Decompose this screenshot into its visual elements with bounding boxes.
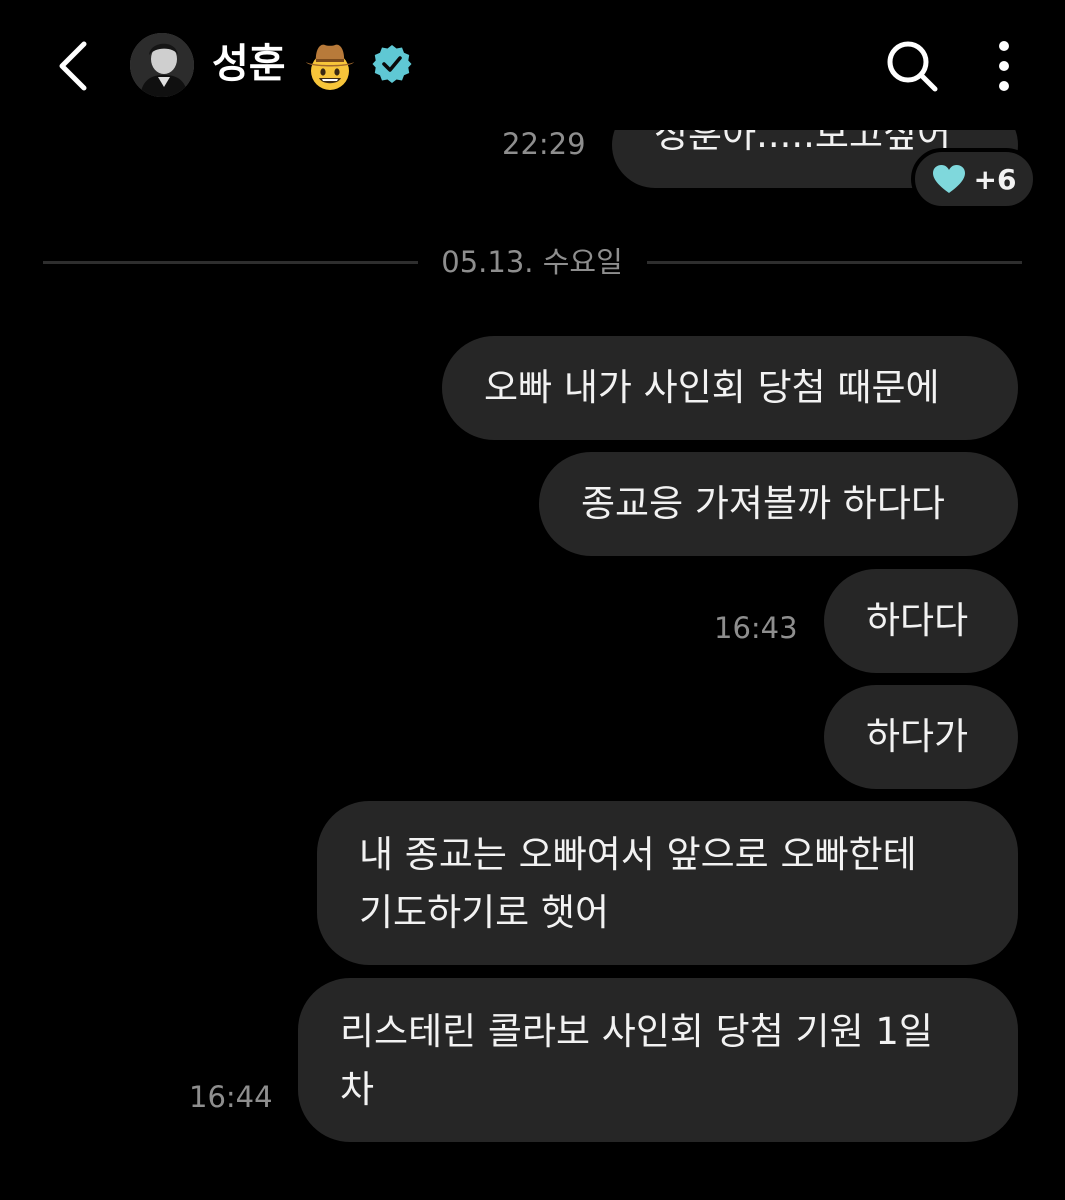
message-bubble[interactable]: 리스테린 콜라보 사인회 당첨 기원 1일 차 [298, 978, 1018, 1142]
chat-header: 성훈 [0, 0, 1065, 130]
more-vertical-icon [999, 41, 1009, 91]
cowboy-hat-face-icon [302, 38, 358, 94]
message-bubble[interactable]: 하다다 [824, 569, 1018, 673]
contact-name[interactable]: 성훈 [212, 38, 286, 90]
search-icon [887, 41, 938, 92]
chevron-left-icon [59, 41, 87, 91]
date-divider: 05.13. 수요일 [441, 245, 623, 279]
message-time: 16:43 [714, 611, 798, 645]
message-text-line: 내 종교는 오빠여서 앞으로 오빠한테 [359, 833, 917, 876]
message-text-line: 종교응 가져볼까 하다다 [581, 482, 945, 525]
verified-badge-icon [371, 43, 413, 85]
message-text-line: 차 [340, 1068, 375, 1111]
more-options-button[interactable] [986, 38, 1022, 94]
message-bubble[interactable]: 종교응 가져볼까 하다다 [539, 452, 1018, 556]
divider-line-right [647, 261, 1022, 264]
chat-thread: 22:29 성훈아.....보고싶어 +6 05.13. 수요일 오빠 내가 사… [0, 0, 1065, 1200]
message-text-line: 오빠 내가 사인회 당첨 때문에 [484, 366, 940, 409]
message-text-line: 기도하기로 햇어 [359, 891, 610, 934]
avatar[interactable] [130, 33, 194, 97]
divider-line-left [43, 261, 418, 264]
message-bubble[interactable]: 오빠 내가 사인회 당첨 때문에 [442, 336, 1018, 440]
heart-icon [932, 165, 965, 193]
message-bubble[interactable]: 하다가 [824, 685, 1018, 789]
message-text-line: 하다다 [866, 599, 969, 642]
reaction-count: +6 [973, 162, 1017, 196]
message-text-line: 하다가 [866, 715, 969, 758]
message-reaction[interactable]: +6 [911, 148, 1037, 210]
back-button[interactable] [48, 34, 104, 98]
search-button[interactable] [884, 38, 940, 94]
message-bubble[interactable]: 내 종교는 오빠여서 앞으로 오빠한테 기도하기로 햇어 [317, 801, 1018, 965]
message-text-line: 리스테린 콜라보 사인회 당첨 기원 1일 [340, 1010, 933, 1053]
profile-photo [130, 33, 194, 97]
message-time: 16:44 [189, 1080, 273, 1114]
message-time: 22:29 [502, 127, 586, 161]
